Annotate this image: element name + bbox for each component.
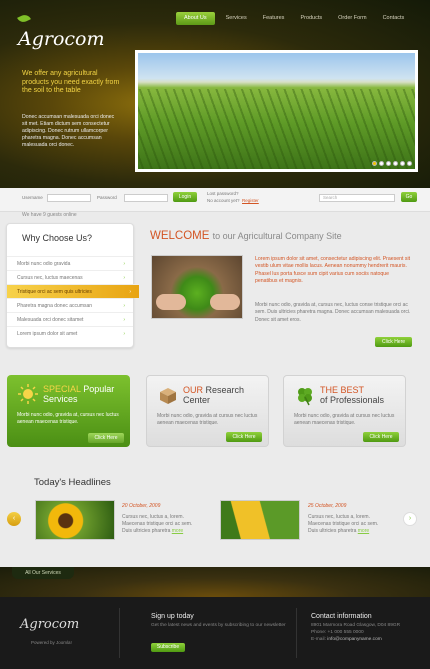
hero-text: Donec accumsan malesuada orci donec sit … — [22, 114, 115, 148]
no-account-text: No account yet? — [207, 198, 240, 203]
why-item[interactable]: Cursus nec, luctus maecenas › — [7, 270, 133, 284]
box-icon — [160, 388, 176, 404]
welcome-heading: WELCOME to our Agricultural Company Site — [150, 230, 342, 242]
clover-icon — [298, 388, 312, 406]
signup-text: Get the latest news and events by subscr… — [151, 623, 286, 628]
powered-by: Powered by Joomla! — [31, 640, 72, 645]
nav-services[interactable]: Services — [218, 12, 255, 25]
feature-special-services: SPECIAL Popular Services Morbi nunc odio,… — [7, 375, 130, 447]
feature-title: THE BEST of Professionals — [320, 385, 385, 405]
why-item[interactable]: Lorem ipsum dolor sit amet › — [7, 326, 133, 340]
chevron-right-icon[interactable]: › — [403, 512, 417, 526]
password-input[interactable] — [124, 194, 168, 202]
hand-shape — [156, 294, 186, 310]
feature-text: Morbi nunc odio, gravida at cursus nec l… — [294, 413, 395, 426]
chevron-right-icon: › — [129, 289, 131, 295]
divider — [296, 608, 297, 658]
feature-text: Morbi nunc odio, gravida at, cursus nec … — [17, 412, 119, 425]
headline-text: Cursus nec, luctus a, lorem. Maecenas tr… — [122, 514, 193, 534]
divider — [119, 608, 120, 658]
contact-email-row: E-mail: info@companyname.com — [311, 637, 382, 642]
field-rows — [138, 89, 415, 169]
register-link[interactable]: Register — [242, 198, 259, 203]
search-go-button[interactable]: Go — [401, 192, 417, 202]
headline-date: 25 October, 2009 — [308, 503, 347, 509]
chevron-right-icon: › — [123, 331, 125, 337]
chevron-left-icon[interactable]: ‹ — [7, 512, 21, 526]
guests-online: We have 9 guests online — [22, 212, 77, 218]
why-item[interactable]: Morbi nunc odio gravida › — [7, 256, 133, 270]
hero-field-photo — [135, 50, 418, 172]
more-link[interactable]: more — [358, 528, 369, 534]
login-button[interactable]: Login — [173, 192, 197, 202]
sunflower-photo — [35, 500, 115, 540]
hero-title: We offer any agricultural products you n… — [22, 70, 120, 94]
password-label: Password — [97, 195, 117, 200]
seedling-photo — [151, 255, 243, 319]
nav-contacts[interactable]: Contacts — [375, 12, 413, 25]
why-title: Why Choose Us? — [22, 233, 93, 243]
slider-dot[interactable] — [372, 161, 377, 166]
chevron-right-icon: › — [123, 261, 125, 267]
chevron-right-icon: › — [123, 275, 125, 281]
slider-dot[interactable] — [379, 161, 384, 166]
why-item[interactable]: Pharetra magna donec accumsan › — [7, 298, 133, 312]
email-link[interactable]: info@companyname.com — [327, 637, 381, 642]
slider-dot[interactable] — [386, 161, 391, 166]
hand-shape — [210, 294, 240, 310]
feature-title: SPECIAL Popular Services — [43, 384, 115, 404]
headlines-title: Today's Headlines — [34, 477, 111, 488]
why-item-active[interactable]: Tristique orci ac sem quis ultricies › — [7, 284, 139, 298]
nav-features[interactable]: Features — [255, 12, 293, 25]
subscribe-button[interactable]: Subscribe — [151, 643, 185, 652]
username-label: Username — [22, 195, 43, 200]
slider-dots — [372, 161, 412, 166]
nav-products[interactable]: Products — [292, 12, 330, 25]
headline-text: Cursus nec, luctus a, lorem. Maecenas tr… — [308, 514, 379, 534]
footer — [0, 597, 430, 669]
why-item[interactable]: Malesuada orci donec sitamet › — [7, 312, 133, 326]
main-nav: About Us Services Features Products Orde… — [176, 12, 412, 25]
feature-title: OUR Research Center — [183, 385, 245, 405]
search-input[interactable]: Search — [319, 194, 395, 202]
site-logo[interactable]: Agrocom — [17, 6, 108, 50]
nav-about-us[interactable]: About Us — [176, 12, 215, 25]
signup-title: Sign up today — [151, 613, 194, 620]
lost-password-link[interactable]: Lost password? — [207, 191, 239, 196]
leaf-icon — [17, 12, 31, 24]
feature-research-center: OUR Research Center Morbi nunc odio, grav… — [146, 375, 269, 447]
contact-address: 8901 Marmora Road Glasgow, D04 89GR — [311, 623, 401, 628]
footer-logo[interactable]: Agrocom — [20, 617, 79, 632]
welcome-body: Morbi nunc odio, gravida at, cursus nec,… — [255, 302, 411, 323]
sun-icon — [18, 384, 38, 404]
welcome-click-button[interactable]: Click Here — [375, 337, 412, 347]
nav-order-form[interactable]: Order Form — [330, 12, 374, 25]
slider-dot[interactable] — [400, 161, 405, 166]
why-list: Morbi nunc odio gravida › Cursus nec, luc… — [7, 256, 139, 340]
more-link[interactable]: more — [172, 528, 183, 534]
feature-best-professionals: THE BEST of Professionals Morbi nunc odio… — [283, 375, 406, 447]
feature-click-button[interactable]: Click Here — [363, 432, 399, 442]
feature-click-button[interactable]: Click Here — [226, 432, 262, 442]
corn-photo — [220, 500, 300, 540]
feature-text: Morbi nunc odio, gravida at cursus nec l… — [157, 413, 258, 426]
welcome-intro: Lorem ipsum dolor sit amet, consectetur … — [255, 256, 411, 284]
why-choose-panel: Why Choose Us? Morbi nunc odio gravida › … — [6, 223, 139, 348]
chevron-right-icon: › — [123, 317, 125, 323]
contact-title: Contact information — [311, 613, 372, 620]
headline-date: 20 October, 2009 — [122, 503, 161, 509]
all-services-tab[interactable]: All Our Services — [12, 567, 74, 579]
slider-dot[interactable] — [393, 161, 398, 166]
feature-click-button[interactable]: Click Here — [88, 433, 124, 443]
contact-phone: Phone: +1 000 555 0000 — [311, 630, 364, 635]
slider-dot[interactable] — [407, 161, 412, 166]
chevron-right-icon: › — [123, 303, 125, 309]
username-input[interactable] — [47, 194, 91, 202]
